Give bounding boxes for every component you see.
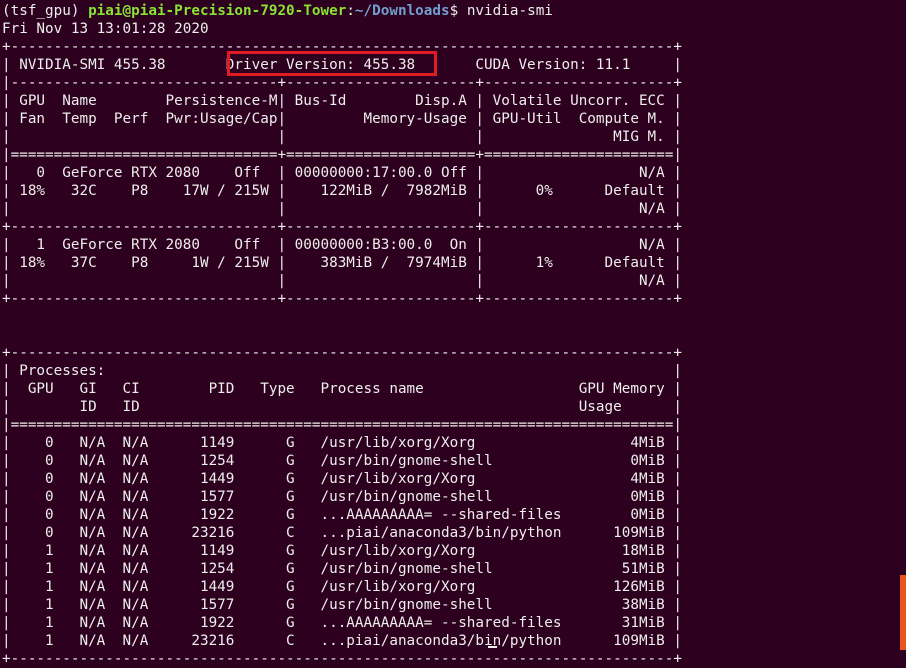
output-line: | GPU Name Persistence-M| Bus-Id Disp.A … <box>2 93 682 109</box>
current-path: ~/Downloads <box>354 3 450 19</box>
output-line: |-------------------------------+-------… <box>2 75 682 91</box>
conda-env: (tsf_gpu) <box>2 3 89 19</box>
output-line: | 0 N/A N/A 1449 G /usr/lib/xorg/Xorg 4M… <box>2 471 682 487</box>
output-line: +---------------------------------------… <box>2 345 682 361</box>
output-line: | Processes: | <box>2 363 682 379</box>
output-line: |===============================+=======… <box>2 147 682 163</box>
terminal-output[interactable]: (tsf_gpu) piai@piai-Precision-7920-Tower… <box>2 2 682 668</box>
output-line: | | | MIG M. | <box>2 129 682 145</box>
output-line: | 1 N/A N/A 1449 G /usr/lib/xorg/Xorg 12… <box>2 579 682 595</box>
output-line: | | | N/A | <box>2 273 682 289</box>
output-line: | 1 N/A N/A 1254 G /usr/bin/gnome-shell … <box>2 561 682 577</box>
output-line: | 0 N/A N/A 1922 G ...AAAAAAAAA= --share… <box>2 507 682 523</box>
user-host: piai@piai-Precision-7920-Tower <box>88 3 347 19</box>
output-line: +---------------------------------------… <box>2 651 682 667</box>
driver-version-highlight <box>227 51 437 76</box>
output-line: +-------------------------------+-------… <box>2 219 682 235</box>
output-line: | 1 N/A N/A 1149 G /usr/lib/xorg/Xorg 18… <box>2 543 682 559</box>
prompt-symbol: $ <box>449 3 467 19</box>
timestamp-line: Fri Nov 13 13:01:28 2020 <box>2 21 209 37</box>
output-line: | 0 N/A N/A 1254 G /usr/bin/gnome-shell … <box>2 453 682 469</box>
prompt-line: (tsf_gpu) piai@piai-Precision-7920-Tower… <box>2 2 682 20</box>
prompt-separator: : <box>346 3 355 19</box>
output-line: | 0 N/A N/A 1577 G /usr/bin/gnome-shell … <box>2 489 682 505</box>
output-line: | 1 N/A N/A 23216 C ...piai/anaconda3/bi… <box>2 633 682 649</box>
output-line: | 1 GeForce RTX 2080 Off | 00000000:B3:0… <box>2 237 682 253</box>
text-cursor <box>488 646 497 648</box>
output-line: | 18% 37C P8 1W / 215W | 383MiB / 7974Mi… <box>2 255 682 271</box>
nvidia-smi-output: +---------------------------------------… <box>2 38 682 668</box>
output-line: | | | N/A | <box>2 201 682 217</box>
output-line: | ID ID Usage | <box>2 399 682 415</box>
output-line: | 0 GeForce RTX 2080 Off | 00000000:17:0… <box>2 165 682 181</box>
output-line: |=======================================… <box>2 417 682 433</box>
output-line: | GPU GI CI PID Type Process name GPU Me… <box>2 381 682 397</box>
output-line: | Fan Temp Perf Pwr:Usage/Cap| Memory-Us… <box>2 111 682 127</box>
output-line: | 1 N/A N/A 1577 G /usr/bin/gnome-shell … <box>2 597 682 613</box>
output-line: | 0 N/A N/A 1149 G /usr/lib/xorg/Xorg 4M… <box>2 435 682 451</box>
output-line: +-------------------------------+-------… <box>2 291 682 307</box>
command-text: nvidia-smi <box>466 3 553 19</box>
output-line: | 18% 32C P8 17W / 215W | 122MiB / 7982M… <box>2 183 682 199</box>
output-line: | 0 N/A N/A 23216 C ...piai/anaconda3/bi… <box>2 525 682 541</box>
output-line: | 1 N/A N/A 1922 G ...AAAAAAAAA= --share… <box>2 615 682 631</box>
scrollbar-thumb[interactable] <box>900 575 906 650</box>
